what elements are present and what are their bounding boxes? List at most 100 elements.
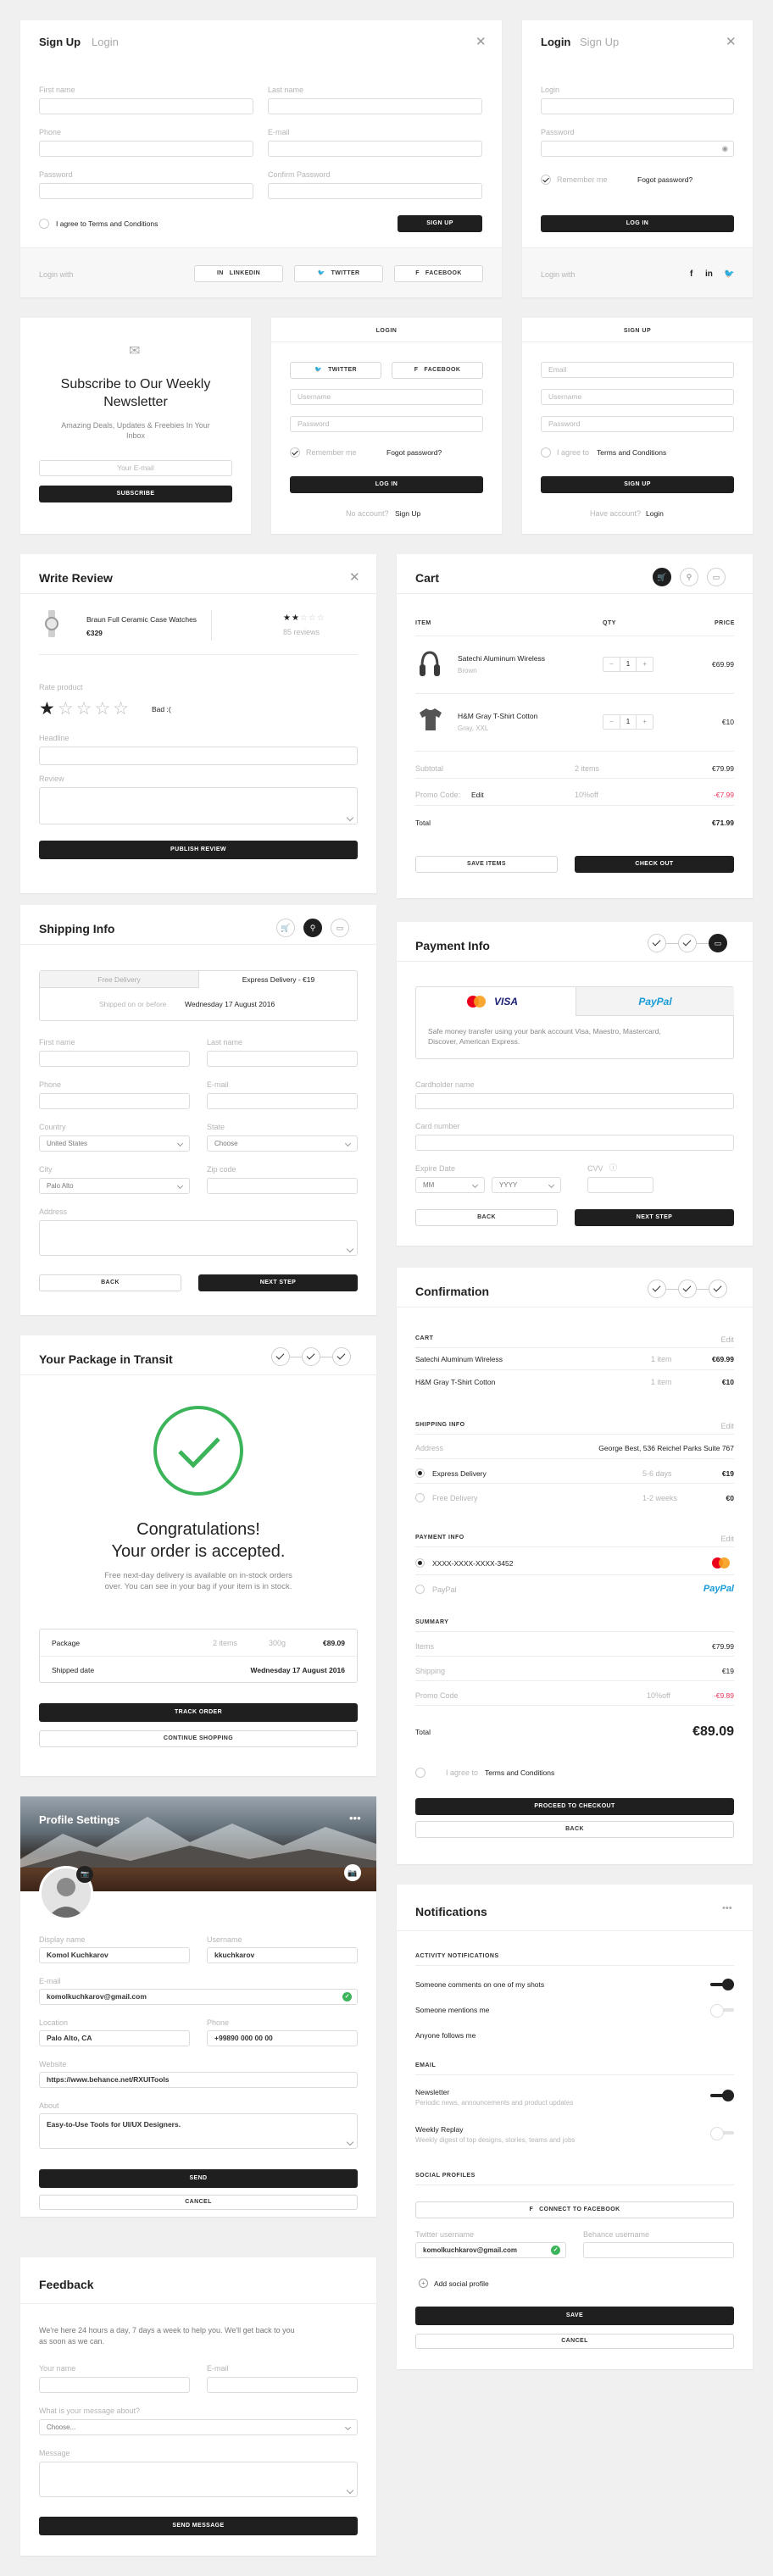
newsletter-toggle[interactable] [710, 2090, 734, 2101]
mentions-toggle[interactable] [710, 2004, 734, 2018]
terms-link[interactable]: Terms and Conditions [597, 448, 666, 457]
payment-edit-link[interactable]: Edit [720, 1535, 734, 1544]
close-icon[interactable]: ✕ [726, 36, 737, 48]
state-select[interactable]: Choose [207, 1135, 358, 1152]
message-textarea[interactable] [39, 2462, 358, 2497]
forgot-password-link[interactable]: Fogot password? [637, 175, 692, 184]
facebook-button[interactable]: f FACEBOOK [392, 362, 483, 379]
paypal-radio[interactable] [415, 1585, 425, 1594]
login-button[interactable]: LOG IN [541, 215, 734, 232]
add-icon[interactable]: + [419, 2279, 428, 2288]
comments-toggle[interactable] [710, 1979, 734, 1990]
send-button[interactable]: SEND [39, 2169, 358, 2188]
address-textarea[interactable] [39, 1220, 358, 1256]
minus-icon[interactable]: − [603, 715, 620, 729]
more-icon[interactable]: ••• [349, 1812, 361, 1825]
close-icon[interactable]: ✕ [475, 36, 487, 48]
card-step-icon[interactable]: ▭ [707, 568, 726, 586]
express-radio[interactable] [415, 1468, 425, 1478]
info-icon[interactable]: ⓘ [609, 1163, 617, 1173]
first-name-input[interactable] [39, 1051, 190, 1067]
first-name-input[interactable] [39, 98, 253, 114]
location-step-icon[interactable]: ⚲ [303, 919, 322, 937]
card-step-icon[interactable]: ▭ [331, 919, 349, 937]
cancel-button[interactable]: CANCEL [39, 2195, 358, 2210]
country-select[interactable]: United States [39, 1135, 190, 1152]
email-input[interactable]: Email [541, 362, 734, 378]
checkout-button[interactable]: CHECK OUT [575, 856, 734, 873]
avatar-camera-icon[interactable]: 📷 [76, 1866, 93, 1883]
twitter-username-input[interactable]: komolkuchkarov@gmail.com ✓ [415, 2242, 566, 2258]
shipping-edit-link[interactable]: Edit [720, 1422, 734, 1431]
terms-checkbox[interactable] [39, 219, 49, 229]
promo-edit-link[interactable]: Edit [471, 791, 484, 799]
password-input[interactable]: Password [290, 416, 483, 432]
next-step-button[interactable]: NEXT STEP [575, 1209, 734, 1226]
name-input[interactable] [39, 2377, 190, 2393]
topic-select[interactable]: Choose... [39, 2419, 358, 2435]
continue-shopping-button[interactable]: CONTINUE SHOPPING [39, 1730, 358, 1747]
agree-checkbox[interactable] [415, 1768, 425, 1778]
expire-year-select[interactable]: YYYY [492, 1177, 561, 1193]
username-input[interactable]: Username [541, 389, 734, 405]
phone-input[interactable]: +99890 000 00 00 [207, 2030, 358, 2046]
email-input[interactable]: komolkuchkarov@gmail.com ✓ [39, 1989, 358, 2005]
password-input[interactable]: ◉ [541, 141, 734, 157]
back-button[interactable]: BACK [415, 1821, 734, 1838]
phone-input[interactable] [39, 141, 253, 157]
newsletter-email-input[interactable]: Your E-mail [39, 460, 232, 476]
eye-icon[interactable]: ◉ [722, 142, 728, 156]
back-button[interactable]: BACK [415, 1209, 558, 1226]
save-button[interactable]: SAVE [415, 2307, 734, 2325]
free-radio[interactable] [415, 1493, 425, 1502]
password-input[interactable]: Password [541, 416, 734, 432]
card-step-icon[interactable]: ▭ [709, 934, 727, 952]
cart-edit-link[interactable]: Edit [720, 1335, 734, 1345]
visa-tab[interactable]: VISA [416, 987, 576, 1016]
more-icon[interactable]: ••• [722, 1903, 732, 1914]
agree-checkbox[interactable] [541, 447, 551, 458]
signup-link[interactable]: Sign Up [395, 509, 420, 518]
cart-step-done-icon[interactable] [648, 934, 666, 952]
cancel-button[interactable]: CANCEL [415, 2334, 734, 2349]
twitter-icon[interactable]: 🐦 [724, 269, 734, 280]
paypal-tab[interactable]: PayPal [576, 987, 734, 1016]
subscribe-button[interactable]: SUBSCRIBE [39, 486, 232, 502]
plus-icon[interactable]: + [637, 715, 653, 729]
tab-login[interactable]: Login [541, 36, 570, 49]
weekly-replay-toggle[interactable] [710, 2127, 734, 2140]
card-number-input[interactable] [415, 1135, 734, 1151]
card-radio[interactable] [415, 1558, 425, 1568]
plus-icon[interactable]: + [637, 658, 653, 671]
login-link[interactable]: Login [646, 509, 664, 518]
facebook-button[interactable]: f FACEBOOK [394, 265, 483, 282]
shipping-step-done-icon[interactable] [678, 934, 697, 952]
remember-checkbox[interactable] [290, 447, 300, 458]
free-delivery-tab[interactable]: Free Delivery [40, 971, 199, 988]
twitter-button[interactable]: 🐦 TWITTER [290, 362, 381, 379]
remember-checkbox[interactable] [541, 175, 551, 185]
location-input[interactable]: Palo Alto, CA [39, 2030, 190, 2046]
review-textarea[interactable] [39, 787, 358, 824]
linkedin-button[interactable]: in LINKEDIN [194, 265, 283, 282]
cart-step-icon[interactable]: 🛒 [276, 919, 295, 937]
phone-input[interactable] [39, 1093, 190, 1109]
headline-input[interactable] [39, 747, 358, 765]
about-textarea[interactable]: Easy-to-Use Tools for UI/UX Designers. [39, 2113, 358, 2149]
last-name-input[interactable] [207, 1051, 358, 1067]
minus-icon[interactable]: − [603, 658, 620, 671]
cover-camera-icon[interactable]: 📷 [344, 1864, 361, 1881]
email-input[interactable] [268, 141, 482, 157]
zip-input[interactable] [207, 1178, 358, 1194]
send-message-button[interactable]: SEND MESSAGE [39, 2517, 358, 2535]
city-select[interactable]: Palo Alto [39, 1178, 190, 1194]
qty-stepper[interactable]: −1 + [603, 657, 653, 672]
back-button[interactable]: BACK [39, 1274, 181, 1291]
tab-login[interactable]: Login [92, 36, 119, 49]
forgot-password-link[interactable]: Fogot password? [386, 448, 442, 457]
location-step-icon[interactable]: ⚲ [680, 568, 698, 586]
display-name-input[interactable]: Komol Kuchkarov [39, 1947, 190, 1963]
expire-month-select[interactable]: MM [415, 1177, 485, 1193]
cvv-input[interactable] [587, 1177, 653, 1193]
facebook-icon[interactable]: f [690, 269, 692, 280]
